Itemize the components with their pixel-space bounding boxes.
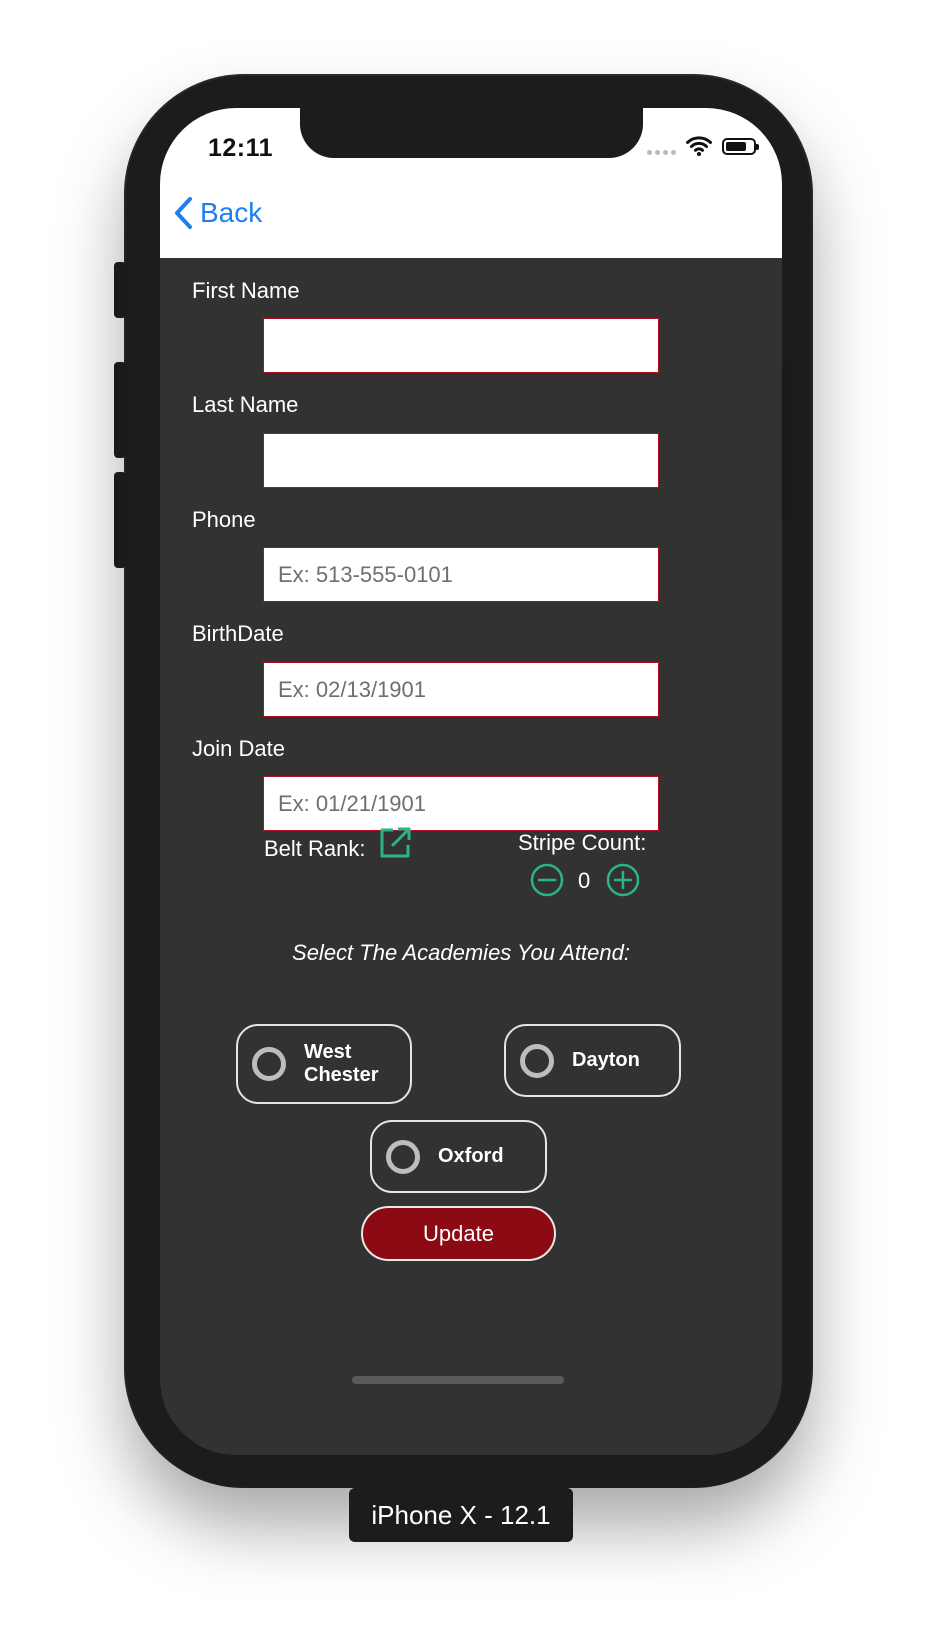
notch — [300, 108, 643, 158]
join-date-label: Join Date — [192, 736, 285, 761]
radio-icon — [386, 1139, 420, 1174]
app-screen: 12:11 Back First Name Last Name Phone Bi… — [160, 108, 782, 1455]
radio-icon — [252, 1047, 286, 1081]
back-button[interactable]: Back — [174, 196, 262, 230]
status-icons — [647, 136, 759, 156]
birthdate-input[interactable] — [263, 662, 659, 717]
plus-circle-icon[interactable] — [606, 863, 640, 897]
update-button[interactable]: Update — [361, 1206, 556, 1261]
academy-dayton-label: Dayton — [572, 1049, 640, 1071]
last-name-input[interactable] — [263, 433, 659, 488]
join-date-input[interactable] — [263, 776, 659, 831]
chevron-left-icon — [175, 197, 192, 229]
last-name-label: Last Name — [192, 392, 299, 417]
academy-oxford-label: Oxford — [438, 1145, 504, 1167]
academy-west-chester-line2: Chester — [304, 1064, 379, 1086]
wifi-icon — [686, 136, 712, 156]
device-caption: iPhone X - 12.1 — [349, 1488, 573, 1542]
phone-label: Phone — [192, 507, 256, 532]
birthdate-label: BirthDate — [192, 621, 284, 646]
mute-switch — [114, 262, 126, 318]
academy-oxford[interactable]: Oxford — [370, 1120, 547, 1193]
volume-down-button — [114, 472, 126, 568]
academy-dayton[interactable]: Dayton — [504, 1024, 681, 1097]
first-name-label: First Name — [192, 278, 300, 303]
status-bar: 12:11 Back — [160, 108, 782, 258]
signal-icon — [647, 137, 676, 155]
phone-input[interactable] — [263, 547, 659, 602]
home-indicator — [352, 1376, 564, 1384]
external-link-icon[interactable] — [378, 826, 412, 860]
academies-title: Select The Academies You Attend: — [292, 940, 630, 965]
minus-circle-icon[interactable] — [530, 863, 564, 897]
back-label: Back — [200, 197, 263, 228]
academy-west-chester-line1: West — [304, 1041, 352, 1063]
power-button — [781, 362, 793, 522]
academy-west-chester[interactable]: West Chester — [236, 1024, 412, 1104]
stripe-count-label: Stripe Count: — [518, 830, 647, 855]
battery-icon — [722, 137, 759, 155]
academy-west-chester-label: West Chester — [304, 1041, 378, 1087]
first-name-input[interactable] — [263, 318, 659, 373]
belt-rank-label: Belt Rank: — [264, 836, 366, 861]
radio-icon — [520, 1043, 554, 1078]
stripe-count-value: 0 — [578, 868, 591, 893]
status-time: 12:11 — [208, 134, 274, 162]
volume-up-button — [114, 362, 126, 458]
